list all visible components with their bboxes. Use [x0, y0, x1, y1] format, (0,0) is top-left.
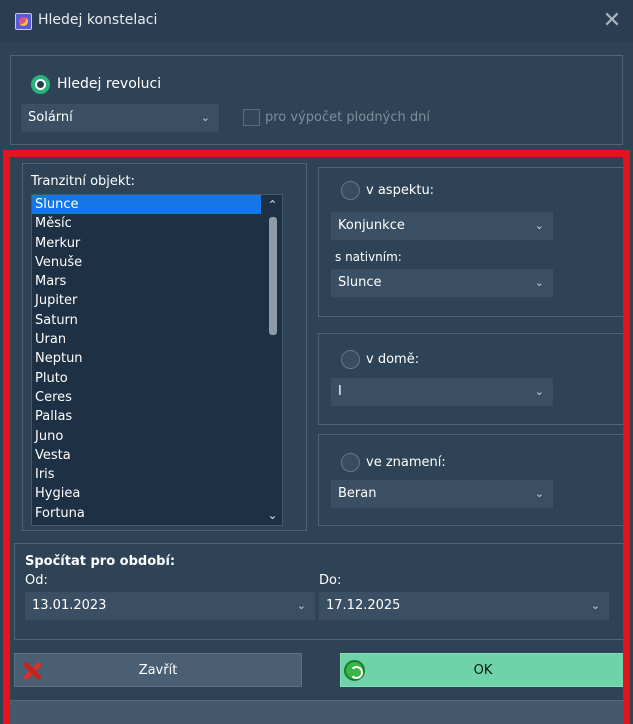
close-button[interactable]: Zavřít [14, 653, 302, 687]
ok-button-label: OK [473, 663, 493, 678]
fertile-days-checkbox[interactable] [243, 109, 260, 126]
chevron-down-icon: ⌄ [534, 276, 544, 289]
transit-label: Tranzitní objekt: [31, 174, 135, 189]
revolution-radio-label: Hledej revoluci [57, 76, 162, 92]
list-item[interactable]: Venuše [32, 253, 261, 272]
window-title: Hledej konstelaci [38, 12, 158, 28]
transit-object-list[interactable]: Slunce Měsíc Merkur Venuše Mars Jupiter … [31, 194, 283, 526]
app-icon [15, 13, 32, 30]
ok-icon [344, 660, 365, 681]
chevron-down-icon: ⌄ [296, 599, 306, 612]
list-item[interactable]: Uran [32, 330, 261, 349]
sign-radio[interactable] [341, 453, 360, 472]
fertile-days-label: pro výpočet plodných dní [265, 110, 430, 125]
revolution-type-select[interactable]: Solární ⌄ [21, 104, 219, 132]
list-item[interactable]: Neptun [32, 349, 261, 368]
period-title: Spočítat pro období: [25, 554, 176, 569]
title-bar: Hledej konstelaci ✕ [0, 0, 633, 42]
natal-value: Slunce [338, 275, 382, 290]
close-icon [21, 660, 41, 682]
house-radio-label: v domě: [366, 352, 420, 367]
from-date-picker[interactable]: 13.01.2023 ⌄ [25, 592, 315, 620]
list-item[interactable]: Vesta [32, 446, 261, 465]
to-date-picker[interactable]: 17.12.2025 ⌄ [319, 592, 609, 620]
list-item[interactable]: Iris [32, 465, 261, 484]
list-scrollbar[interactable]: ⌃ ⌄ [263, 195, 282, 525]
transit-list-items: Slunce Měsíc Merkur Venuše Mars Jupiter … [32, 195, 282, 523]
chevron-down-icon: ⌄ [534, 487, 544, 500]
to-date-value: 17.12.2025 [326, 598, 401, 613]
chevron-down-icon: ⌄ [590, 599, 600, 612]
house-radio[interactable] [341, 350, 360, 369]
sign-radio-label: ve znamení: [366, 455, 446, 470]
house-panel: v domě: I ⌄ [318, 333, 626, 425]
scroll-up-icon[interactable]: ⌃ [263, 195, 282, 215]
window-close-icon[interactable]: ✕ [599, 8, 625, 34]
aspect-value: Konjunkce [338, 218, 405, 233]
list-item[interactable]: Měsíc [32, 214, 261, 233]
natal-select[interactable]: Slunce ⌄ [331, 269, 553, 297]
aspect-radio[interactable] [341, 181, 360, 200]
house-select[interactable]: I ⌄ [331, 378, 553, 406]
list-item[interactable]: Slunce [32, 195, 261, 215]
sign-value: Beran [338, 486, 377, 501]
close-button-label: Zavřít [138, 663, 178, 678]
transit-panel: Tranzitní objekt: Slunce Měsíc Merkur Ve… [22, 163, 307, 531]
list-item[interactable]: Pallas [32, 407, 261, 426]
list-item[interactable]: Pluto [32, 369, 261, 388]
list-item[interactable]: Juno [32, 427, 261, 446]
list-item[interactable]: Jupiter [32, 291, 261, 310]
period-panel: Spočítat pro období: Od: 13.01.2023 ⌄ Do… [14, 543, 628, 640]
scroll-down-icon[interactable]: ⌄ [263, 505, 282, 525]
list-item[interactable]: Ceres [32, 388, 261, 407]
to-label: Do: [319, 573, 342, 588]
list-item[interactable]: Fortuna [32, 504, 261, 523]
list-item[interactable]: Mars [32, 272, 261, 291]
chevron-down-icon: ⌄ [534, 385, 544, 398]
from-date-value: 13.01.2023 [32, 598, 107, 613]
revolution-radio[interactable] [31, 75, 50, 94]
list-item[interactable]: Merkur [32, 234, 261, 253]
sign-panel: ve znamení: Beran ⌄ [318, 434, 626, 526]
ok-button[interactable]: OK [340, 653, 626, 687]
from-label: Od: [25, 573, 48, 588]
sign-select[interactable]: Beran ⌄ [331, 480, 553, 508]
list-item[interactable]: Hygiea [32, 484, 261, 503]
house-value: I [338, 384, 342, 399]
natal-label: s nativním: [335, 250, 402, 264]
status-bar [10, 700, 623, 724]
revolution-panel: Hledej revoluci Solární ⌄ pro výpočet pl… [10, 55, 623, 145]
aspect-select[interactable]: Konjunkce ⌄ [331, 212, 553, 240]
scroll-thumb[interactable] [269, 217, 277, 335]
revolution-type-value: Solární [28, 110, 73, 125]
chevron-down-icon: ⌄ [534, 219, 544, 232]
aspect-panel: v aspektu: Konjunkce ⌄ s nativním: Slunc… [318, 167, 626, 317]
chevron-down-icon: ⌄ [200, 111, 210, 124]
list-item[interactable]: Saturn [32, 311, 261, 330]
aspect-radio-label: v aspektu: [366, 183, 435, 198]
